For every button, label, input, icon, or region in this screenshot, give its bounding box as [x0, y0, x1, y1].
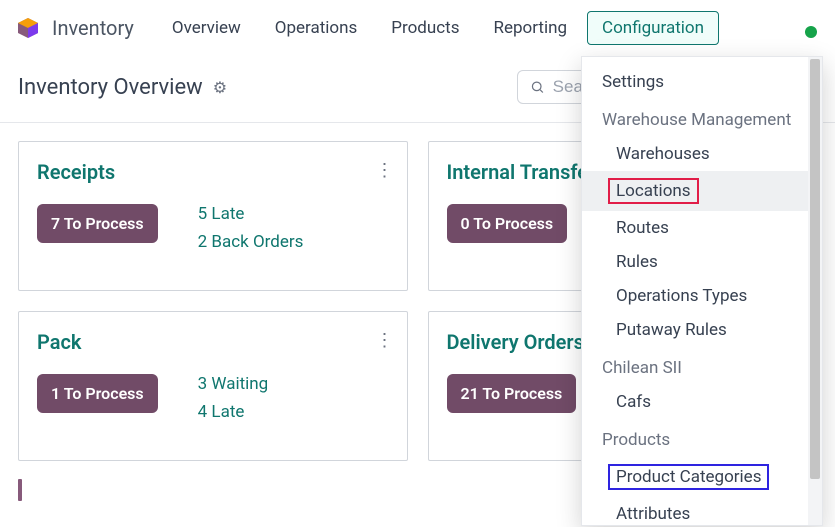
- menu-header-warehouse: Warehouse Management: [582, 103, 822, 137]
- scrollbar-thumb[interactable]: [810, 59, 820, 479]
- kebab-icon[interactable]: ⋮: [376, 160, 393, 181]
- menu-rules[interactable]: Rules: [582, 245, 822, 279]
- menu-warehouses[interactable]: Warehouses: [582, 137, 822, 171]
- menu-cafs[interactable]: Cafs: [582, 385, 822, 419]
- menu-putaway-rules[interactable]: Putaway Rules: [582, 313, 822, 347]
- gear-icon[interactable]: ⚙: [213, 78, 227, 97]
- menu-routes[interactable]: Routes: [582, 211, 822, 245]
- pack-late-link[interactable]: 4 Late: [198, 402, 269, 422]
- delivery-process-button[interactable]: 21 To Process: [447, 374, 577, 413]
- menu-product-categories[interactable]: Product Categories: [582, 457, 822, 497]
- receipts-late-link[interactable]: 5 Late: [198, 204, 304, 224]
- menu-operations-types[interactable]: Operations Types: [582, 279, 822, 313]
- nav-overview[interactable]: Overview: [158, 12, 255, 44]
- nav-configuration[interactable]: Configuration: [587, 11, 719, 45]
- nav-operations[interactable]: Operations: [261, 12, 372, 44]
- search-icon: [530, 79, 545, 95]
- card-pack: Pack ⋮ 1 To Process 3 Waiting 4 Late: [18, 311, 408, 461]
- kebab-icon[interactable]: ⋮: [376, 330, 393, 351]
- menu-settings[interactable]: Settings: [582, 65, 822, 99]
- page-title: Inventory Overview: [18, 75, 203, 100]
- nav-products[interactable]: Products: [377, 12, 473, 44]
- top-nav: Inventory Overview Operations Products R…: [0, 0, 835, 56]
- card-accent-bar: [18, 479, 22, 501]
- menu-header-chilean: Chilean SII: [582, 351, 822, 385]
- menu-attributes[interactable]: Attributes: [582, 497, 822, 526]
- card-receipts: Receipts ⋮ 7 To Process 5 Late 2 Back Or…: [18, 141, 408, 291]
- dropdown-scrollbar[interactable]: [808, 57, 822, 525]
- receipts-backorders-link[interactable]: 2 Back Orders: [198, 232, 304, 252]
- receipts-process-button[interactable]: 7 To Process: [37, 204, 158, 243]
- menu-locations-label: Locations: [608, 178, 699, 204]
- app-name: Inventory: [52, 16, 134, 40]
- pack-waiting-link[interactable]: 3 Waiting: [198, 374, 269, 394]
- card-title[interactable]: Receipts: [37, 160, 389, 184]
- menu-header-products: Products: [582, 423, 822, 457]
- menu-product-categories-label: Product Categories: [608, 464, 769, 490]
- internal-process-button[interactable]: 0 To Process: [447, 204, 568, 243]
- configuration-dropdown: Settings Warehouse Management Warehouses…: [581, 56, 823, 526]
- menu-locations[interactable]: Locations: [582, 171, 822, 211]
- app-logo-icon: [16, 16, 40, 40]
- card-title[interactable]: Pack: [37, 330, 389, 354]
- nav-reporting[interactable]: Reporting: [480, 12, 582, 44]
- status-indicator-icon: [805, 26, 817, 38]
- pack-process-button[interactable]: 1 To Process: [37, 374, 158, 413]
